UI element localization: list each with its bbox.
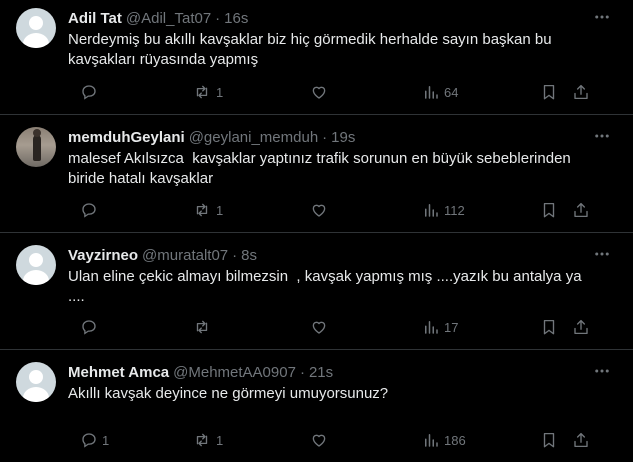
author-handle[interactable]: @Adil_Tat07 xyxy=(126,10,211,27)
tweet-text: Akıllı kavşak deyince ne görmeyi umuyors… xyxy=(68,385,389,402)
retweet-button[interactable]: 1 xyxy=(192,431,310,449)
author-name[interactable]: memduhGeylani xyxy=(68,129,185,146)
share-button[interactable] xyxy=(572,318,592,336)
views-icon xyxy=(425,204,438,217)
author-name[interactable]: Mehmet Amca xyxy=(68,364,169,381)
tweet-actions: 17 xyxy=(80,317,617,337)
view-count: 186 xyxy=(444,432,466,448)
bookmark-button[interactable] xyxy=(540,201,572,219)
reply-button[interactable] xyxy=(80,201,192,219)
like-button[interactable] xyxy=(310,318,422,336)
share-icon xyxy=(574,202,588,218)
retweet-icon xyxy=(196,320,208,334)
views-icon xyxy=(425,434,438,447)
avatar[interactable] xyxy=(16,127,56,167)
author-handle[interactable]: @MehmetAA0907 xyxy=(173,364,296,381)
more-icon[interactable] xyxy=(593,245,611,263)
timestamp[interactable]: 19s xyxy=(331,129,355,146)
author-name[interactable]: Vayzirneo xyxy=(68,247,138,264)
bookmark-button[interactable] xyxy=(540,318,572,336)
tweet[interactable]: Vayzirneo @muratalt07 · 8s Ulan eline çe… xyxy=(0,233,633,350)
more-icon[interactable] xyxy=(593,127,611,145)
like-button[interactable] xyxy=(310,201,422,219)
more-icon[interactable] xyxy=(593,362,611,380)
share-icon xyxy=(574,84,588,100)
tweet-actions: 1 64 xyxy=(80,82,617,102)
share-icon xyxy=(574,432,588,448)
reply-button[interactable]: 1 xyxy=(80,431,192,449)
tweet-header: Adil Tat @Adil_Tat07 · 16s xyxy=(68,8,617,28)
tweet-actions: 1 1 186 xyxy=(80,430,617,450)
reply-icon xyxy=(82,320,96,335)
share-button[interactable] xyxy=(572,83,592,101)
tweet[interactable]: Adil Tat @Adil_Tat07 · 16s Nerdeymiş bu … xyxy=(0,0,633,115)
retweet-count: 1 xyxy=(216,84,224,100)
retweet-icon xyxy=(196,433,208,447)
like-icon xyxy=(312,204,326,217)
bookmark-icon xyxy=(543,202,555,218)
author-handle[interactable]: @muratalt07 xyxy=(142,247,228,264)
views-icon xyxy=(425,321,438,334)
tweet-text: Ulan eline çekic almayı bilmezsin , kavş… xyxy=(68,268,582,305)
retweet-button[interactable]: 1 xyxy=(192,201,310,219)
view-count: 17 xyxy=(444,319,459,335)
share-icon xyxy=(574,319,588,335)
retweet-icon xyxy=(196,203,208,217)
retweet-button[interactable] xyxy=(192,318,310,336)
timestamp[interactable]: 21s xyxy=(309,364,333,381)
bookmark-button[interactable] xyxy=(540,83,572,101)
separator-dot: · xyxy=(215,9,221,27)
views-button[interactable]: 186 xyxy=(422,431,540,449)
retweet-count: 1 xyxy=(216,202,224,218)
timestamp[interactable]: 16s xyxy=(224,10,248,27)
like-icon xyxy=(312,434,326,447)
tweet-header: Mehmet Amca @MehmetAA0907 · 21s xyxy=(68,362,617,382)
avatar[interactable] xyxy=(16,8,56,48)
avatar[interactable] xyxy=(16,245,56,285)
reply-button[interactable] xyxy=(80,83,192,101)
bookmark-button[interactable] xyxy=(540,431,572,449)
tweet-header: Vayzirneo @muratalt07 · 8s xyxy=(68,245,617,265)
timestamp[interactable]: 8s xyxy=(241,247,257,264)
bookmark-icon xyxy=(543,432,555,448)
views-button[interactable]: 17 xyxy=(422,318,540,336)
tweet[interactable]: memduhGeylani @geylani_memduh · 19s male… xyxy=(0,115,633,233)
views-icon xyxy=(425,86,438,99)
separator-dot: · xyxy=(322,128,328,146)
reply-icon xyxy=(82,85,96,100)
separator-dot: · xyxy=(232,246,238,264)
reply-count: 1 xyxy=(102,432,110,448)
views-button[interactable]: 112 xyxy=(422,201,540,219)
retweet-button[interactable]: 1 xyxy=(192,83,310,101)
like-button[interactable] xyxy=(310,83,422,101)
view-count: 64 xyxy=(444,84,459,100)
author-name[interactable]: Adil Tat xyxy=(68,10,122,27)
share-button[interactable] xyxy=(572,201,592,219)
tweet-actions: 1 112 xyxy=(80,200,617,220)
bookmark-icon xyxy=(543,319,555,335)
timeline-feed: Adil Tat @Adil_Tat07 · 16s Nerdeymiş bu … xyxy=(0,0,633,462)
views-button[interactable]: 64 xyxy=(422,83,540,101)
reply-icon xyxy=(82,433,96,448)
tweet[interactable]: Mehmet Amca @MehmetAA0907 · 21s Akıllı k… xyxy=(0,350,633,462)
more-icon[interactable] xyxy=(593,8,611,26)
separator-dot: · xyxy=(299,363,305,381)
tweet-header: memduhGeylani @geylani_memduh · 19s xyxy=(68,127,617,147)
bookmark-icon xyxy=(543,84,555,100)
view-count: 112 xyxy=(444,202,465,218)
tweet-text: malesef Akılsızca kavşaklar yaptınız tra… xyxy=(68,150,575,187)
share-button[interactable] xyxy=(572,431,592,449)
avatar[interactable] xyxy=(16,362,56,402)
author-handle[interactable]: @geylani_memduh xyxy=(189,129,318,146)
reply-icon xyxy=(82,203,96,218)
like-button[interactable] xyxy=(310,431,422,449)
retweet-count: 1 xyxy=(216,432,224,448)
tweet-text: Nerdeymiş bu akıllı kavşaklar biz hiç gö… xyxy=(68,31,556,68)
like-icon xyxy=(312,86,326,99)
retweet-icon xyxy=(196,85,208,99)
reply-button[interactable] xyxy=(80,318,192,336)
like-icon xyxy=(312,321,326,334)
